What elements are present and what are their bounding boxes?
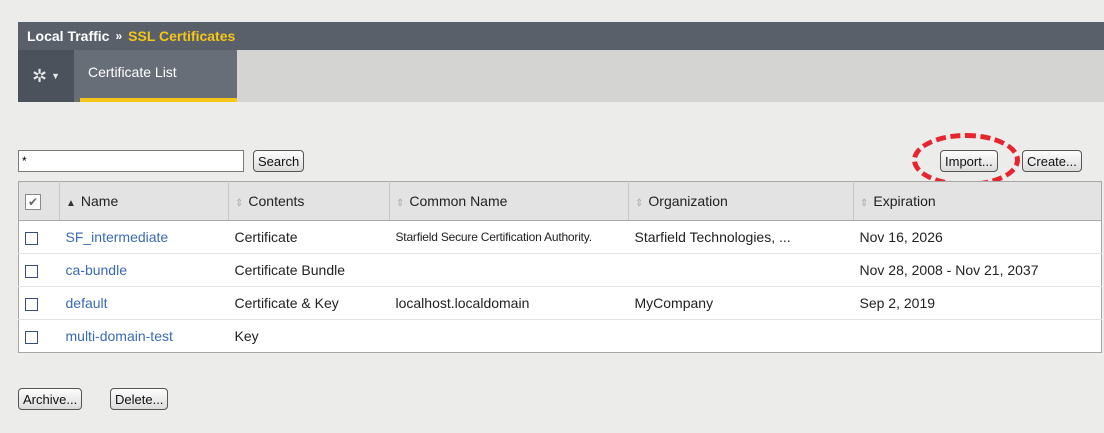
- name-cell: SF_intermediate: [59, 220, 229, 254]
- column-header-common-name[interactable]: ⇕ Common Name: [389, 181, 629, 221]
- sort-icon: ⇕: [860, 198, 869, 209]
- table-header-row: ✔ ▲ Name ⇕ Contents ⇕ Common Name ⇕ Organiza…: [18, 181, 1102, 221]
- select-all-checkbox[interactable]: ✔: [25, 193, 41, 210]
- row-select-cell: [18, 286, 60, 320]
- table-row: default Certificate & Key localhost.loca…: [18, 286, 1102, 320]
- certificate-table: ✔ ▲ Name ⇕ Contents ⇕ Common Name ⇕ Organiza…: [18, 181, 1102, 353]
- breadcrumb-current: SSL Certificates: [128, 28, 236, 44]
- breadcrumb: Local Traffic » SSL Certificates: [18, 22, 1104, 50]
- name-cell: ca-bundle: [59, 253, 229, 287]
- search-button[interactable]: Search: [253, 150, 305, 172]
- tab-label: Certificate List: [88, 64, 177, 80]
- contents-cell: Certificate Bundle: [228, 253, 390, 287]
- organization-cell: Starfield Technologies, ...: [628, 220, 854, 254]
- organization-cell: [628, 253, 854, 287]
- expiration-cell: Nov 16, 2026: [853, 220, 1102, 254]
- common-name-cell: localhost.localdomain: [389, 286, 629, 320]
- certificate-name-link[interactable]: default: [66, 295, 108, 311]
- header-label-organization: Organization: [648, 193, 728, 209]
- archive-button[interactable]: Archive...: [18, 388, 83, 410]
- table-row: ca-bundle Certificate Bundle Nov 28, 200…: [18, 253, 1102, 287]
- tab-bar: ✲ ▼ Certificate List: [18, 50, 1104, 102]
- expiration-cell: [854, 320, 1102, 353]
- sort-icon: ⇕: [396, 198, 405, 209]
- sort-icon: ⇕: [635, 198, 644, 209]
- common-name-cell: Starfield Secure Certification Authority…: [389, 220, 629, 254]
- row-checkbox[interactable]: [25, 231, 38, 245]
- contents-cell: Key: [234, 328, 259, 344]
- table-row: multi-domain-test Key: [19, 320, 1102, 353]
- certificate-name-link[interactable]: SF_intermediate: [66, 229, 169, 245]
- tab-certificate-list[interactable]: Certificate List: [74, 50, 237, 102]
- row-select-cell: [18, 220, 60, 254]
- row-checkbox[interactable]: [25, 264, 38, 278]
- gear-icon: ✲: [31, 65, 48, 86]
- certificate-name-link[interactable]: ca-bundle: [66, 262, 128, 278]
- header-label-contents: Contents: [248, 193, 305, 209]
- row-checkbox[interactable]: [25, 330, 38, 344]
- table-row: SF_intermediate Certificate Starfield Se…: [18, 220, 1102, 254]
- contents-cell: Certificate: [228, 220, 390, 254]
- name-cell: default: [59, 286, 229, 320]
- contents-cell: Certificate & Key: [228, 286, 390, 320]
- common-name-cell: [390, 320, 629, 353]
- expiration-cell: Sep 2, 2019: [853, 286, 1102, 320]
- create-button[interactable]: Create...: [1022, 150, 1082, 172]
- organization-cell: [629, 320, 854, 353]
- header-label-common-name: Common Name: [409, 193, 508, 209]
- expiration-cell: Nov 28, 2008 - Nov 21, 2037: [853, 253, 1102, 287]
- active-tab-indicator: [80, 98, 237, 102]
- select-all-cell: ✔: [18, 181, 60, 221]
- gear-menu-button[interactable]: ✲ ▼: [18, 50, 74, 102]
- name-cell: multi-domain-test: [60, 320, 229, 353]
- row-checkbox[interactable]: [25, 297, 38, 311]
- search-input[interactable]: [18, 150, 244, 172]
- header-label-expiration: Expiration: [873, 193, 936, 209]
- column-header-contents[interactable]: ⇕ Contents: [228, 181, 390, 221]
- organization-cell: MyCompany: [628, 286, 854, 320]
- delete-button[interactable]: Delete...: [110, 388, 169, 410]
- certificate-name-link[interactable]: multi-domain-test: [66, 328, 173, 344]
- import-button[interactable]: Import...: [940, 150, 998, 172]
- column-header-expiration[interactable]: ⇕ Expiration: [853, 181, 1102, 221]
- column-header-name[interactable]: ▲ Name: [59, 181, 229, 221]
- breadcrumb-parent[interactable]: Local Traffic: [18, 28, 109, 44]
- sort-icon: ⇕: [235, 198, 244, 209]
- sort-ascending-icon: ▲: [66, 198, 76, 209]
- row-select-cell: [18, 253, 60, 287]
- breadcrumb-separator: »: [115, 29, 123, 43]
- common-name-cell: [389, 253, 629, 287]
- row-select-cell: [19, 320, 60, 353]
- header-label-name: Name: [80, 193, 119, 209]
- top-band: [0, 0, 1104, 7]
- chevron-down-icon: ▼: [51, 71, 60, 81]
- column-header-organization[interactable]: ⇕ Organization: [628, 181, 854, 221]
